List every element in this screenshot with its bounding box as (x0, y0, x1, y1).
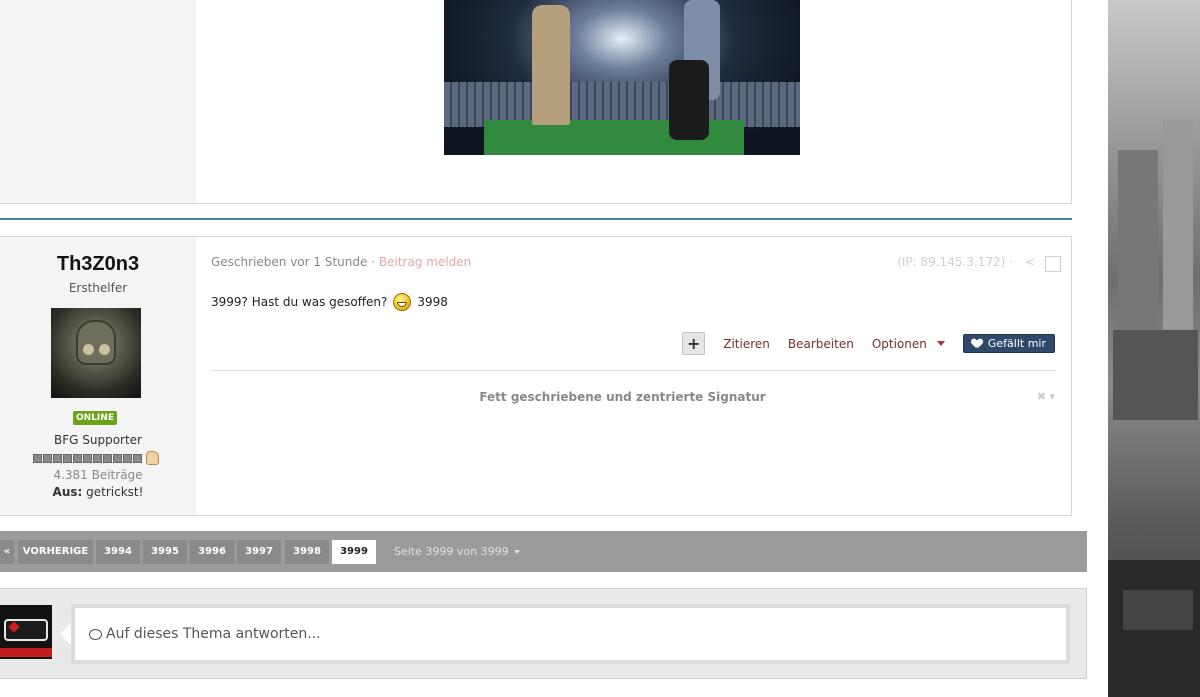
smiley-mouth (397, 302, 408, 307)
page-link[interactable]: 3997 (237, 540, 281, 564)
away-value: getrickst! (86, 485, 144, 499)
reply-input[interactable]: Auf dieses Thema antworten... (71, 604, 1070, 664)
reply-placeholder-text: Auf dieses Thema antworten... (106, 626, 321, 642)
post-meta: Geschrieben vor 1 Stunde · Beitrag melde… (211, 255, 471, 269)
background-artwork (1108, 0, 1200, 697)
rep-pip (43, 453, 52, 463)
post-select-checkbox[interactable] (1045, 256, 1061, 272)
author-away-status: Aus: getrickst! (0, 485, 196, 499)
post-text-after: 3998 (417, 295, 448, 309)
rep-pip (63, 453, 72, 463)
away-label: Aus: (52, 485, 83, 499)
rep-pip (53, 453, 62, 463)
rep-pip (133, 453, 142, 463)
heart-icon (972, 339, 982, 348)
previous-page-button[interactable]: VORHERIGE (18, 540, 93, 564)
page-link[interactable]: 3998 (285, 540, 329, 564)
page-link-active[interactable]: 3999 (332, 540, 376, 564)
avatar-eye-left (83, 344, 94, 355)
like-label: Gefällt mir (987, 337, 1046, 350)
author-group: BFG Supporter (53, 433, 142, 447)
options-menu-button[interactable]: Optionen (872, 337, 945, 351)
reply-placeholder: Auf dieses Thema antworten... (89, 626, 321, 642)
post-text: 3999? Hast du was gesoffen? (211, 295, 388, 309)
author-avatar[interactable] (51, 308, 141, 398)
background-building (1113, 330, 1198, 420)
forum-main: Th3Z0n3 Ersthelfer ONLINE BFG Supporter (0, 0, 1108, 697)
report-post-link[interactable]: Beitrag melden (379, 255, 471, 269)
author-posts-count: 4.381 Beiträge (53, 468, 143, 482)
image-golf-bag (669, 60, 709, 140)
grin-smiley-icon (393, 293, 412, 311)
rep-pip (103, 453, 112, 463)
avatar-helmet (76, 320, 116, 365)
post-signature: Fett geschriebene und zentrierte Signatu… (479, 390, 766, 404)
author-name[interactable]: Th3Z0n3 (0, 253, 196, 276)
page-link[interactable]: 3996 (190, 540, 234, 564)
background-vehicle (1123, 590, 1193, 630)
online-status-badge: ONLINE (73, 411, 117, 425)
rep-pip (33, 453, 42, 463)
page-jump-dropdown[interactable]: Seite 3999 von 3999 (394, 540, 520, 564)
meta-separator: · (371, 255, 376, 269)
pagination-bar: « VORHERIGE 3994 3995 3996 3997 3998 399… (0, 531, 1087, 572)
quote-button[interactable]: Zitieren (723, 337, 770, 351)
author-panel: Th3Z0n3 Ersthelfer ONLINE BFG Supporter (0, 237, 196, 515)
rep-pip (113, 453, 122, 463)
ip-separator: · (1009, 255, 1013, 269)
image-figure-left (532, 5, 570, 125)
signature-hide-icon[interactable]: ✖ ▾ (1037, 390, 1055, 403)
quick-reply-area: Auf dieses Thema antworten... (0, 588, 1087, 679)
thumbs-up-icon (146, 451, 159, 465)
rep-pip (73, 453, 82, 463)
signature-divider (211, 370, 1056, 371)
page-info-label: Seite 3999 von 3999 (394, 545, 509, 558)
chevron-down-icon (513, 550, 520, 554)
previous-post (0, 0, 1072, 204)
avatar-eye-right (99, 344, 110, 355)
first-page-button[interactable]: « (0, 540, 14, 564)
current-user-avatar[interactable] (0, 605, 52, 659)
author-rank: Ersthelfer (68, 281, 128, 295)
rep-pip (93, 453, 102, 463)
post-content: 3999? Hast du was gesoffen? 3998 (211, 293, 448, 311)
multiquote-button[interactable]: + (682, 332, 706, 355)
rep-pip (83, 453, 92, 463)
share-icon[interactable]: < (1025, 255, 1035, 269)
chevron-down-icon (936, 341, 945, 346)
ip-text: (IP: 89.145.3.172) (897, 255, 1006, 269)
post-actions: + Zitieren Bearbeiten Optionen Gefällt m… (682, 332, 1055, 355)
page-link[interactable]: 3995 (143, 540, 187, 564)
options-label: Optionen (871, 336, 927, 351)
edit-button[interactable]: Bearbeiten (788, 337, 854, 351)
page-link[interactable]: 3994 (96, 540, 140, 564)
golf-gif-image (444, 0, 800, 155)
reputation-pips (33, 451, 159, 465)
post-separator (0, 218, 1072, 220)
speech-bubble-icon (89, 628, 102, 640)
avatar-banner (0, 648, 52, 657)
previous-post-author-column (0, 0, 196, 203)
post-ip-address: (IP: 89.145.3.172) · (897, 255, 1013, 269)
forum-post: Th3Z0n3 Ersthelfer ONLINE BFG Supporter (0, 236, 1072, 516)
rep-pip (123, 453, 132, 463)
like-button[interactable]: Gefällt mir (962, 334, 1055, 353)
post-date[interactable]: Geschrieben vor 1 Stunde (211, 255, 367, 269)
